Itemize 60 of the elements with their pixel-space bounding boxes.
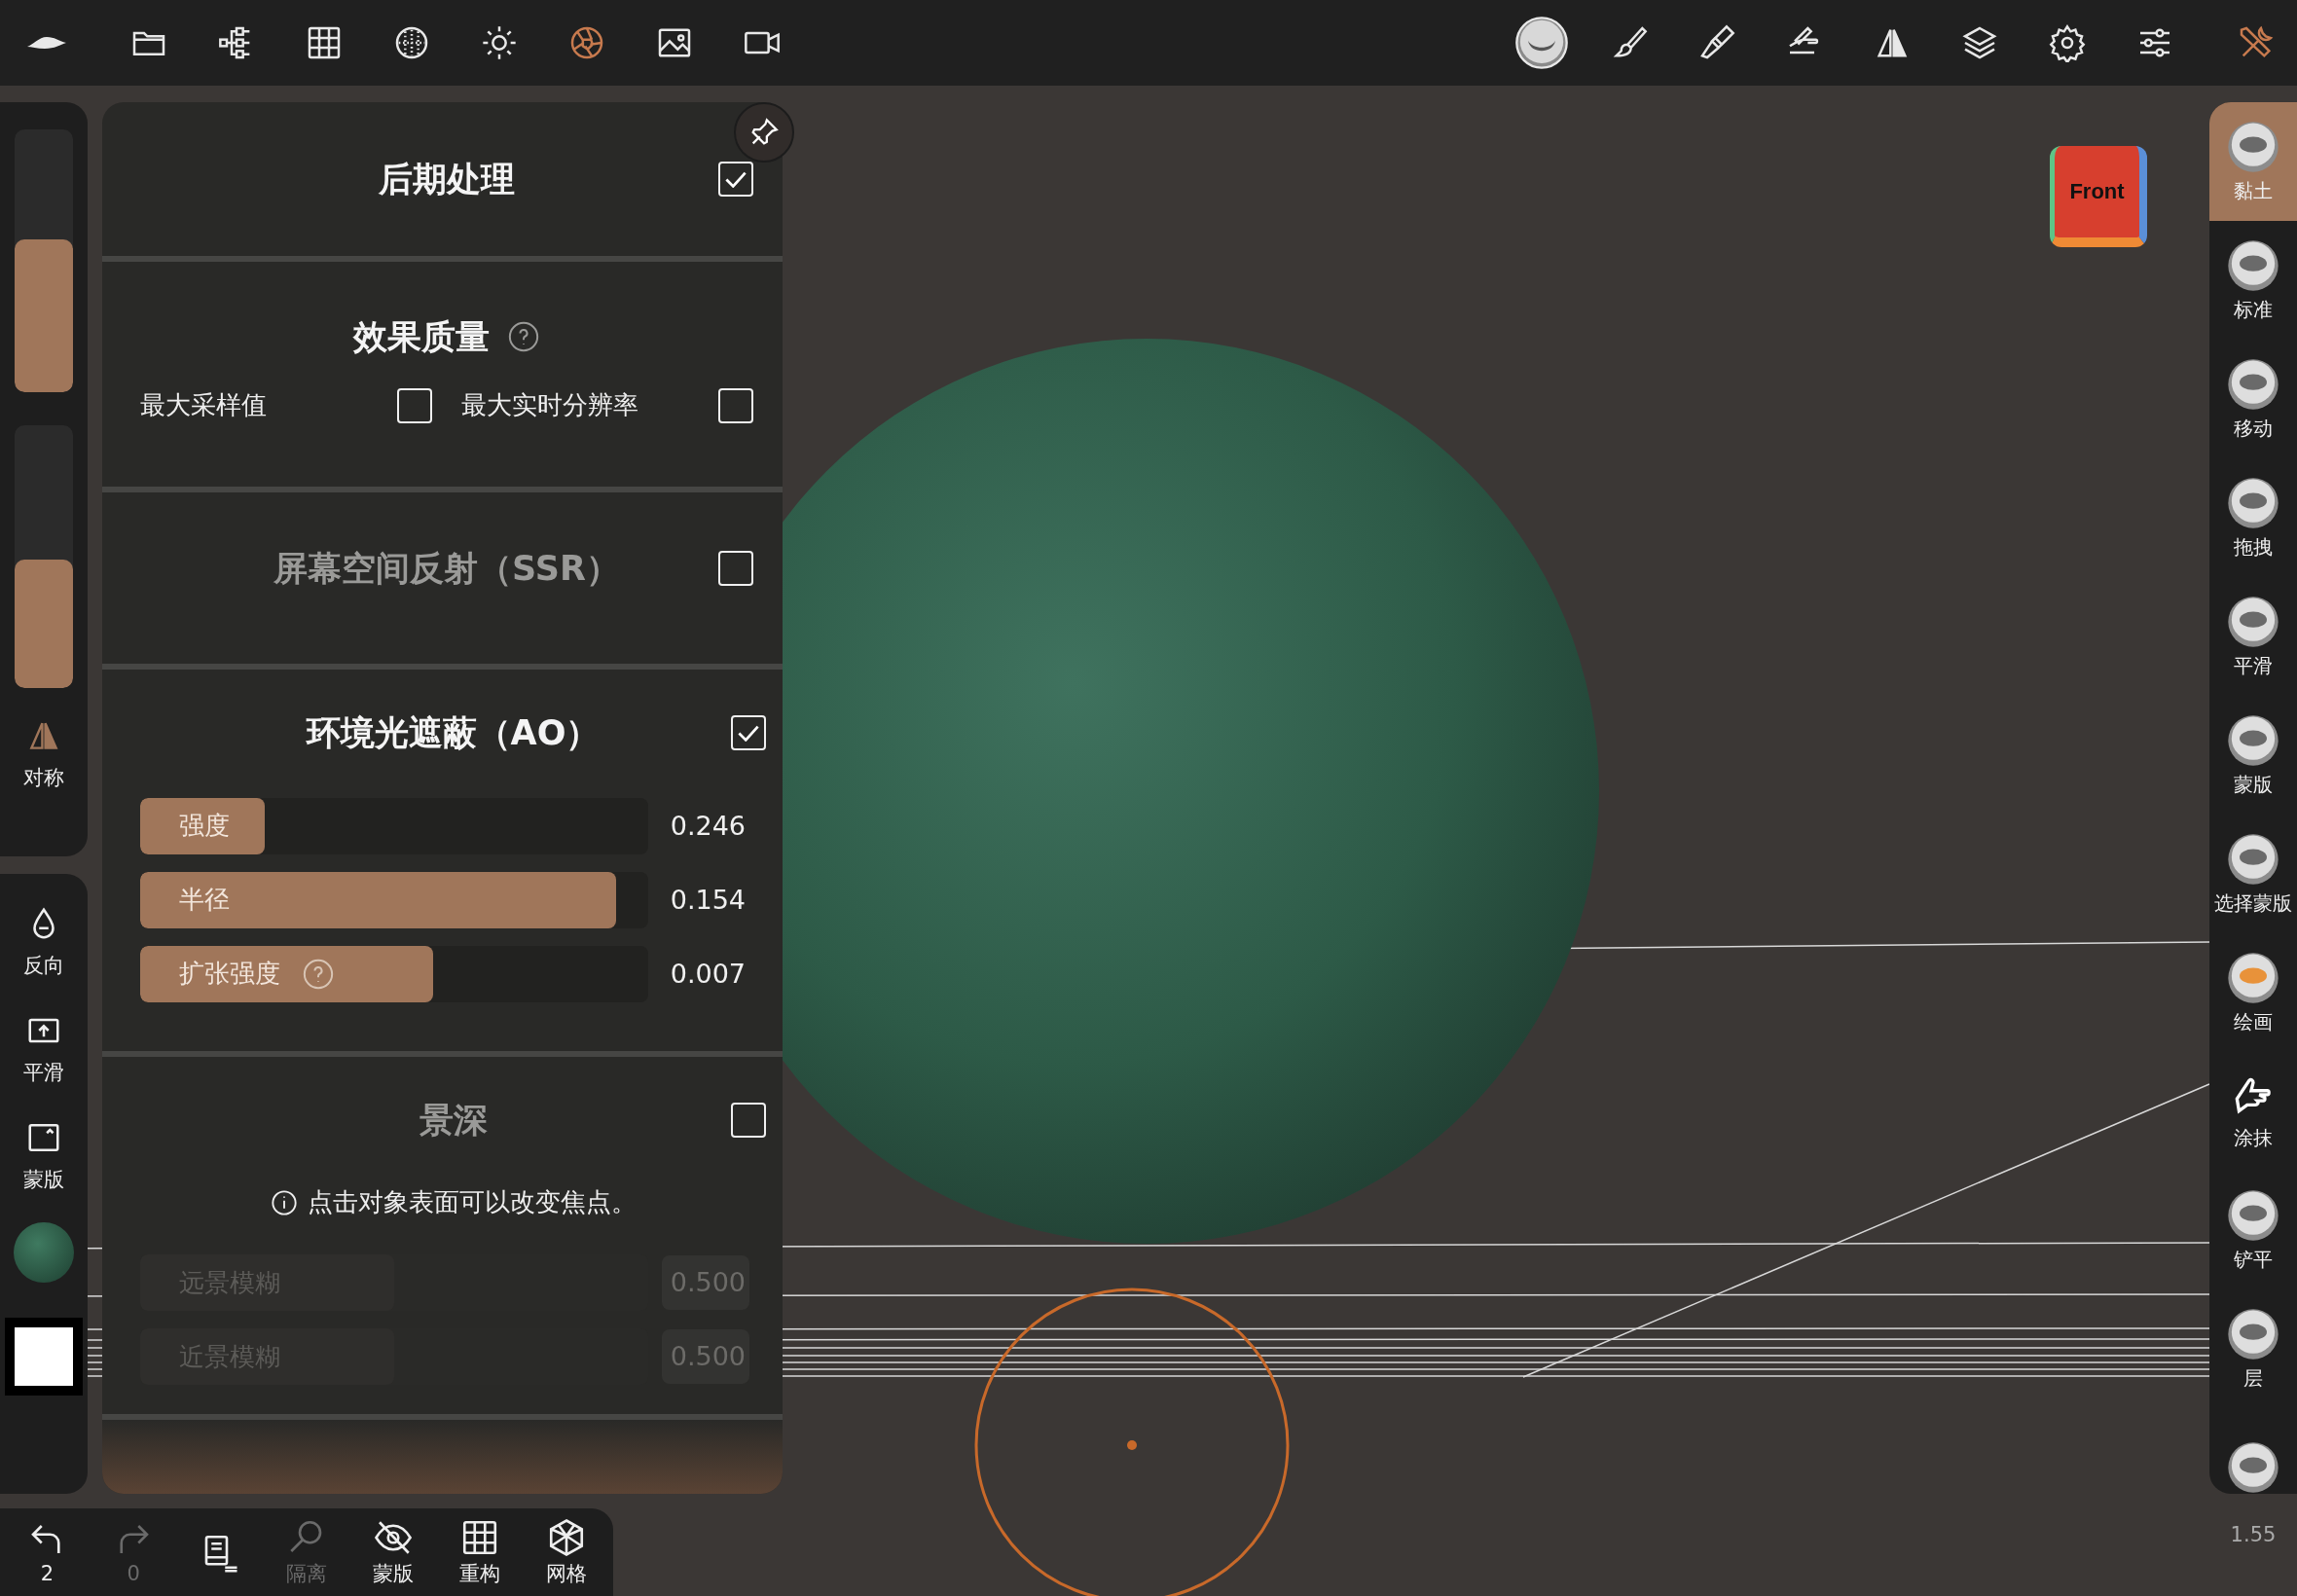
brush-tool[interactable]: 铲平 xyxy=(2209,1171,2297,1289)
sidebar-tool[interactable]: 平滑 xyxy=(23,1012,64,1086)
checkbox[interactable] xyxy=(718,388,753,423)
brush-sphere-icon xyxy=(2226,1187,2280,1243)
option-label: 最大实时分辨率 xyxy=(461,390,639,421)
matcap-sphere-icon xyxy=(1514,16,1569,70)
info-icon xyxy=(270,1188,298,1216)
brush-sphere-icon xyxy=(2226,712,2280,768)
panel-title: 后期处理 xyxy=(379,159,515,200)
brush-sphere-icon xyxy=(2226,119,2280,174)
brush-tool[interactable]: 层 xyxy=(2209,1289,2297,1408)
section-title: 环境光遮蔽（AO） xyxy=(306,712,601,753)
slider-value[interactable]: 0.246 xyxy=(662,798,749,854)
sidebar-tool[interactable]: 蒙版 xyxy=(23,1119,64,1193)
sun-icon xyxy=(480,23,519,62)
check-icon xyxy=(725,170,747,188)
toolbar-button[interactable] xyxy=(1513,14,1571,72)
brush-tool[interactable]: 拖拽 xyxy=(2209,458,2297,577)
checkbox[interactable] xyxy=(397,388,432,423)
brush-tool[interactable]: 蒙版 xyxy=(2209,696,2297,815)
toolbar-button[interactable]: 重构 xyxy=(436,1517,524,1587)
hint-text: 点击对象表面可以改变焦点。 xyxy=(307,1187,637,1218)
brush-tool[interactable]: 涂抹 xyxy=(2209,1052,2297,1171)
brush-tool[interactable]: 移动 xyxy=(2209,340,2297,458)
section-title: 屏幕空间反射（SSR） xyxy=(273,548,620,589)
brush-sphere-icon xyxy=(2226,1306,2280,1361)
brush-tool[interactable]: 平滑 xyxy=(2209,577,2297,696)
symmetry-tool[interactable]: 对称 xyxy=(23,717,64,791)
slider-value[interactable]: 0.154 xyxy=(662,872,749,928)
brush-tool[interactable]: 绘画 xyxy=(2209,933,2297,1052)
checkbox[interactable] xyxy=(731,1103,766,1138)
brush-sphere-icon xyxy=(2226,594,2280,649)
sidebar-tool[interactable]: 反向 xyxy=(23,905,64,979)
settings-icon xyxy=(2048,23,2087,62)
brush-sphere-icon xyxy=(2226,356,2280,412)
brush-sphere-icon xyxy=(2226,475,2280,530)
checkbox[interactable] xyxy=(718,162,753,197)
brush-tool[interactable]: 标准 xyxy=(2209,221,2297,340)
check-icon xyxy=(738,724,759,742)
vertical-slider[interactable] xyxy=(15,129,73,392)
checkbox[interactable] xyxy=(718,551,753,586)
logo-icon xyxy=(27,36,66,50)
brush-tool[interactable]: 选择蒙版 xyxy=(2209,815,2297,933)
view-cube[interactable]: Front xyxy=(2050,146,2147,247)
brush-sphere-icon xyxy=(2226,237,2280,293)
section-title: 景深 xyxy=(419,1100,488,1141)
brush-sphere-icon xyxy=(2226,950,2280,1005)
version-label: 1.55 xyxy=(2230,1523,2277,1548)
brush-sphere-icon xyxy=(2226,831,2280,887)
brush-sphere-icon xyxy=(2226,1440,2280,1494)
help-icon[interactable] xyxy=(507,320,540,353)
vertical-slider[interactable] xyxy=(15,425,73,688)
toolbar-button[interactable]: 网格 xyxy=(523,1517,609,1587)
option-label: 最大采样值 xyxy=(140,390,268,421)
checkbox[interactable] xyxy=(731,715,766,750)
toolbar-button[interactable]: 2 xyxy=(4,1519,91,1585)
color-swatch[interactable] xyxy=(5,1318,83,1396)
section-title: 效果质量 xyxy=(353,316,490,357)
toolbar-button[interactable]: 蒙版 xyxy=(349,1517,437,1587)
slider-value[interactable]: 0.007 xyxy=(662,946,749,1002)
